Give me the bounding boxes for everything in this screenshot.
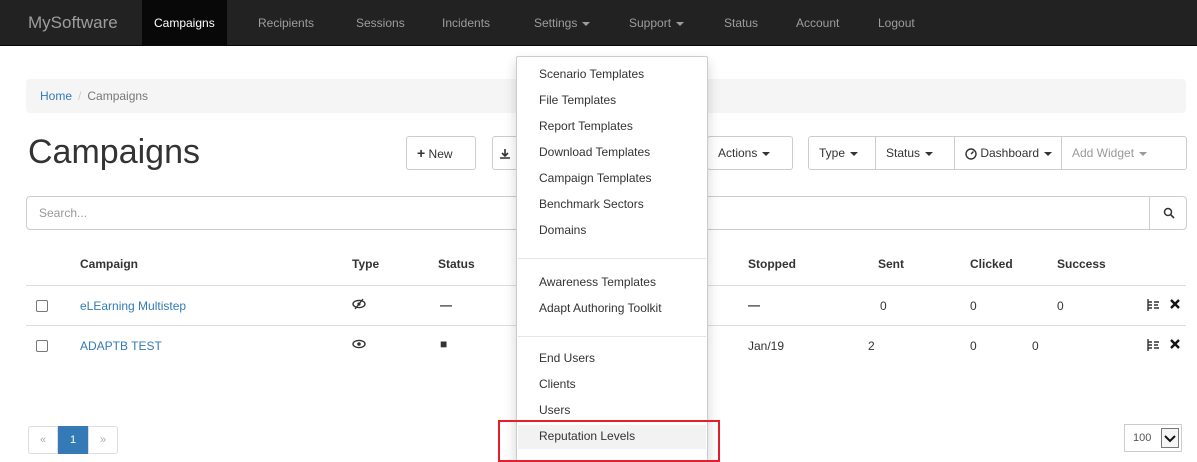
menu-item-domains[interactable]: Domains [539, 223, 586, 237]
new-button-label: New [428, 147, 453, 161]
success-value: 0 [1057, 299, 1064, 313]
menu-item-benchmark-sectors[interactable]: Benchmark Sectors [539, 197, 644, 211]
nav-status[interactable]: Status [712, 0, 770, 46]
brand-logo[interactable]: MySoftware [28, 13, 118, 33]
type-label: Type [819, 146, 846, 160]
eye-icon [352, 339, 366, 349]
dashboard-label: Dashboard [980, 146, 1040, 160]
add-widget-label: Add Widget [1072, 146, 1135, 160]
campaign-link[interactable]: ADAPTB TEST [80, 339, 162, 353]
sent-value: 2 [868, 339, 875, 353]
pagination-next[interactable]: » [88, 426, 118, 454]
pagination-page-1[interactable]: 1 [58, 426, 88, 454]
menu-divider [518, 336, 706, 337]
column-header-stopped[interactable]: Stopped [748, 257, 796, 271]
breadcrumb-current: Campaigns [87, 89, 149, 103]
page-size-select[interactable]: 100 [1124, 424, 1182, 452]
eye-slash-icon [352, 298, 366, 310]
menu-item-awareness-templates[interactable]: Awareness Templates [539, 275, 656, 289]
new-button[interactable]: + New [406, 136, 476, 170]
nav-settings[interactable]: Settings [522, 0, 602, 46]
status-value: — [440, 298, 452, 312]
chevron-down-icon [582, 21, 591, 26]
chevron-down-icon [762, 151, 771, 156]
nav-support-label: Support [629, 16, 672, 30]
nav-settings-label: Settings [534, 16, 578, 30]
menu-item-download-templates[interactable]: Download Templates [539, 145, 650, 159]
status-dropdown[interactable]: Status [875, 136, 955, 170]
menu-item-file-templates[interactable]: File Templates [539, 93, 616, 107]
nav-logout[interactable]: Logout [866, 0, 927, 46]
delete-icon[interactable] [1169, 338, 1181, 350]
report-icon[interactable] [1146, 298, 1160, 312]
sent-value: 0 [880, 299, 887, 313]
stopped-value: Jan/19 [748, 339, 785, 353]
menu-divider [518, 258, 706, 259]
campaign-link[interactable]: eLEarning Multistep [80, 299, 186, 313]
nav-campaigns[interactable]: Campaigns [142, 0, 227, 46]
menu-item-adapt-authoring-toolkit[interactable]: Adapt Authoring Toolkit [539, 301, 662, 315]
type-dropdown[interactable]: Type [808, 136, 876, 170]
row-checkbox[interactable] [36, 300, 48, 312]
chevron-down-icon [850, 151, 859, 156]
chevron-down-icon [925, 151, 934, 156]
search-icon [1163, 207, 1175, 219]
nav-recipients[interactable]: Recipients [246, 0, 326, 46]
top-navbar: MySoftware Campaigns Recipients Sessions… [0, 0, 1197, 46]
column-header-type[interactable]: Type [352, 257, 379, 271]
dashboard-icon [965, 148, 977, 160]
row-checkbox[interactable] [36, 340, 48, 352]
pagination-prev[interactable]: « [28, 426, 58, 454]
menu-item-campaign-templates[interactable]: Campaign Templates [539, 171, 652, 185]
actions-label: Actions [718, 146, 758, 160]
nav-account[interactable]: Account [784, 0, 851, 46]
menu-item-end-users[interactable]: End Users [539, 351, 595, 365]
column-header-campaign[interactable]: Campaign [80, 257, 138, 271]
breadcrumb-separator: / [78, 89, 82, 103]
column-header-status[interactable]: Status [438, 257, 475, 271]
page-title: Campaigns [28, 133, 200, 171]
menu-item-users[interactable]: Users [539, 403, 570, 417]
add-widget-dropdown[interactable]: Add Widget [1061, 136, 1187, 170]
nav-incidents[interactable]: Incidents [430, 0, 502, 46]
chevron-down-icon [676, 21, 685, 26]
dashboard-dropdown[interactable]: Dashboard [954, 136, 1062, 170]
actions-dropdown[interactable]: Actions [707, 136, 793, 170]
column-header-sent[interactable]: Sent [878, 257, 904, 271]
column-header-clicked[interactable]: Clicked [970, 257, 1013, 271]
menu-item-scenario-templates[interactable]: Scenario Templates [539, 67, 644, 81]
download-icon [500, 148, 510, 159]
menu-item-clients[interactable]: Clients [539, 377, 576, 391]
breadcrumb-home[interactable]: Home [40, 89, 72, 103]
status-value: ■ [440, 337, 448, 351]
menu-item-report-templates[interactable]: Report Templates [539, 119, 633, 133]
clicked-value: 0 [970, 299, 977, 313]
delete-icon[interactable] [1169, 298, 1181, 310]
status-label: Status [886, 146, 921, 160]
chevron-down-icon [1139, 151, 1148, 156]
nav-sessions[interactable]: Sessions [344, 0, 417, 46]
success-value: 0 [1032, 339, 1039, 353]
chevron-down-icon [1044, 151, 1053, 156]
search-button[interactable] [1149, 196, 1187, 230]
page-size-value: 100 [1133, 432, 1152, 444]
chevron-down-icon [1161, 428, 1179, 448]
column-header-success[interactable]: Success [1057, 257, 1106, 271]
stopped-value: — [748, 298, 760, 312]
settings-dropdown-menu: Scenario Templates File Templates Report… [516, 56, 708, 462]
nav-support[interactable]: Support [617, 0, 696, 46]
plus-icon: + [417, 145, 426, 161]
report-icon[interactable] [1146, 338, 1160, 352]
highlight-annotation-box [498, 420, 720, 462]
clicked-value: 0 [970, 339, 977, 353]
